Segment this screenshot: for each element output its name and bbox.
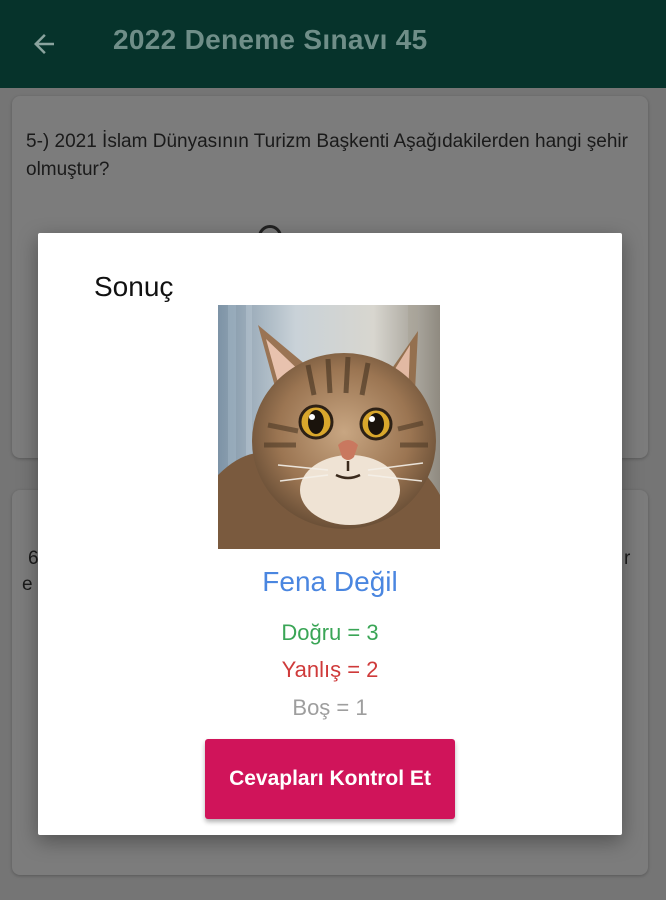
result-verdict: Fena Değil xyxy=(262,566,398,597)
empty-count: Boş = 1 xyxy=(292,695,368,720)
dialog-title: Sonuç xyxy=(94,271,174,302)
arrow-left-icon xyxy=(34,34,54,54)
wrong-count: Yanlış = 2 xyxy=(281,657,379,682)
question-text: 5-) 2021 İslam Dünyasının Turizm Başkent… xyxy=(26,131,628,180)
correct-count: Doğru = 3 xyxy=(281,620,379,645)
back-button[interactable] xyxy=(22,22,66,66)
result-dialog: Sonuç Fena Değil Doğru = 3 Yanlış = 2 Bo… xyxy=(38,233,622,835)
app-bar: 2022 Deneme Sınavı 45 xyxy=(0,0,666,88)
page-title: 2022 Deneme Sınavı 45 xyxy=(113,24,428,55)
check-answers-button[interactable]: Cevapları Kontrol Et xyxy=(205,739,455,819)
question-text-partial: e xyxy=(22,574,33,595)
question-text-partial: r xyxy=(624,548,631,569)
cat-photo xyxy=(218,305,440,549)
question-text-partial: 6 xyxy=(28,548,39,569)
